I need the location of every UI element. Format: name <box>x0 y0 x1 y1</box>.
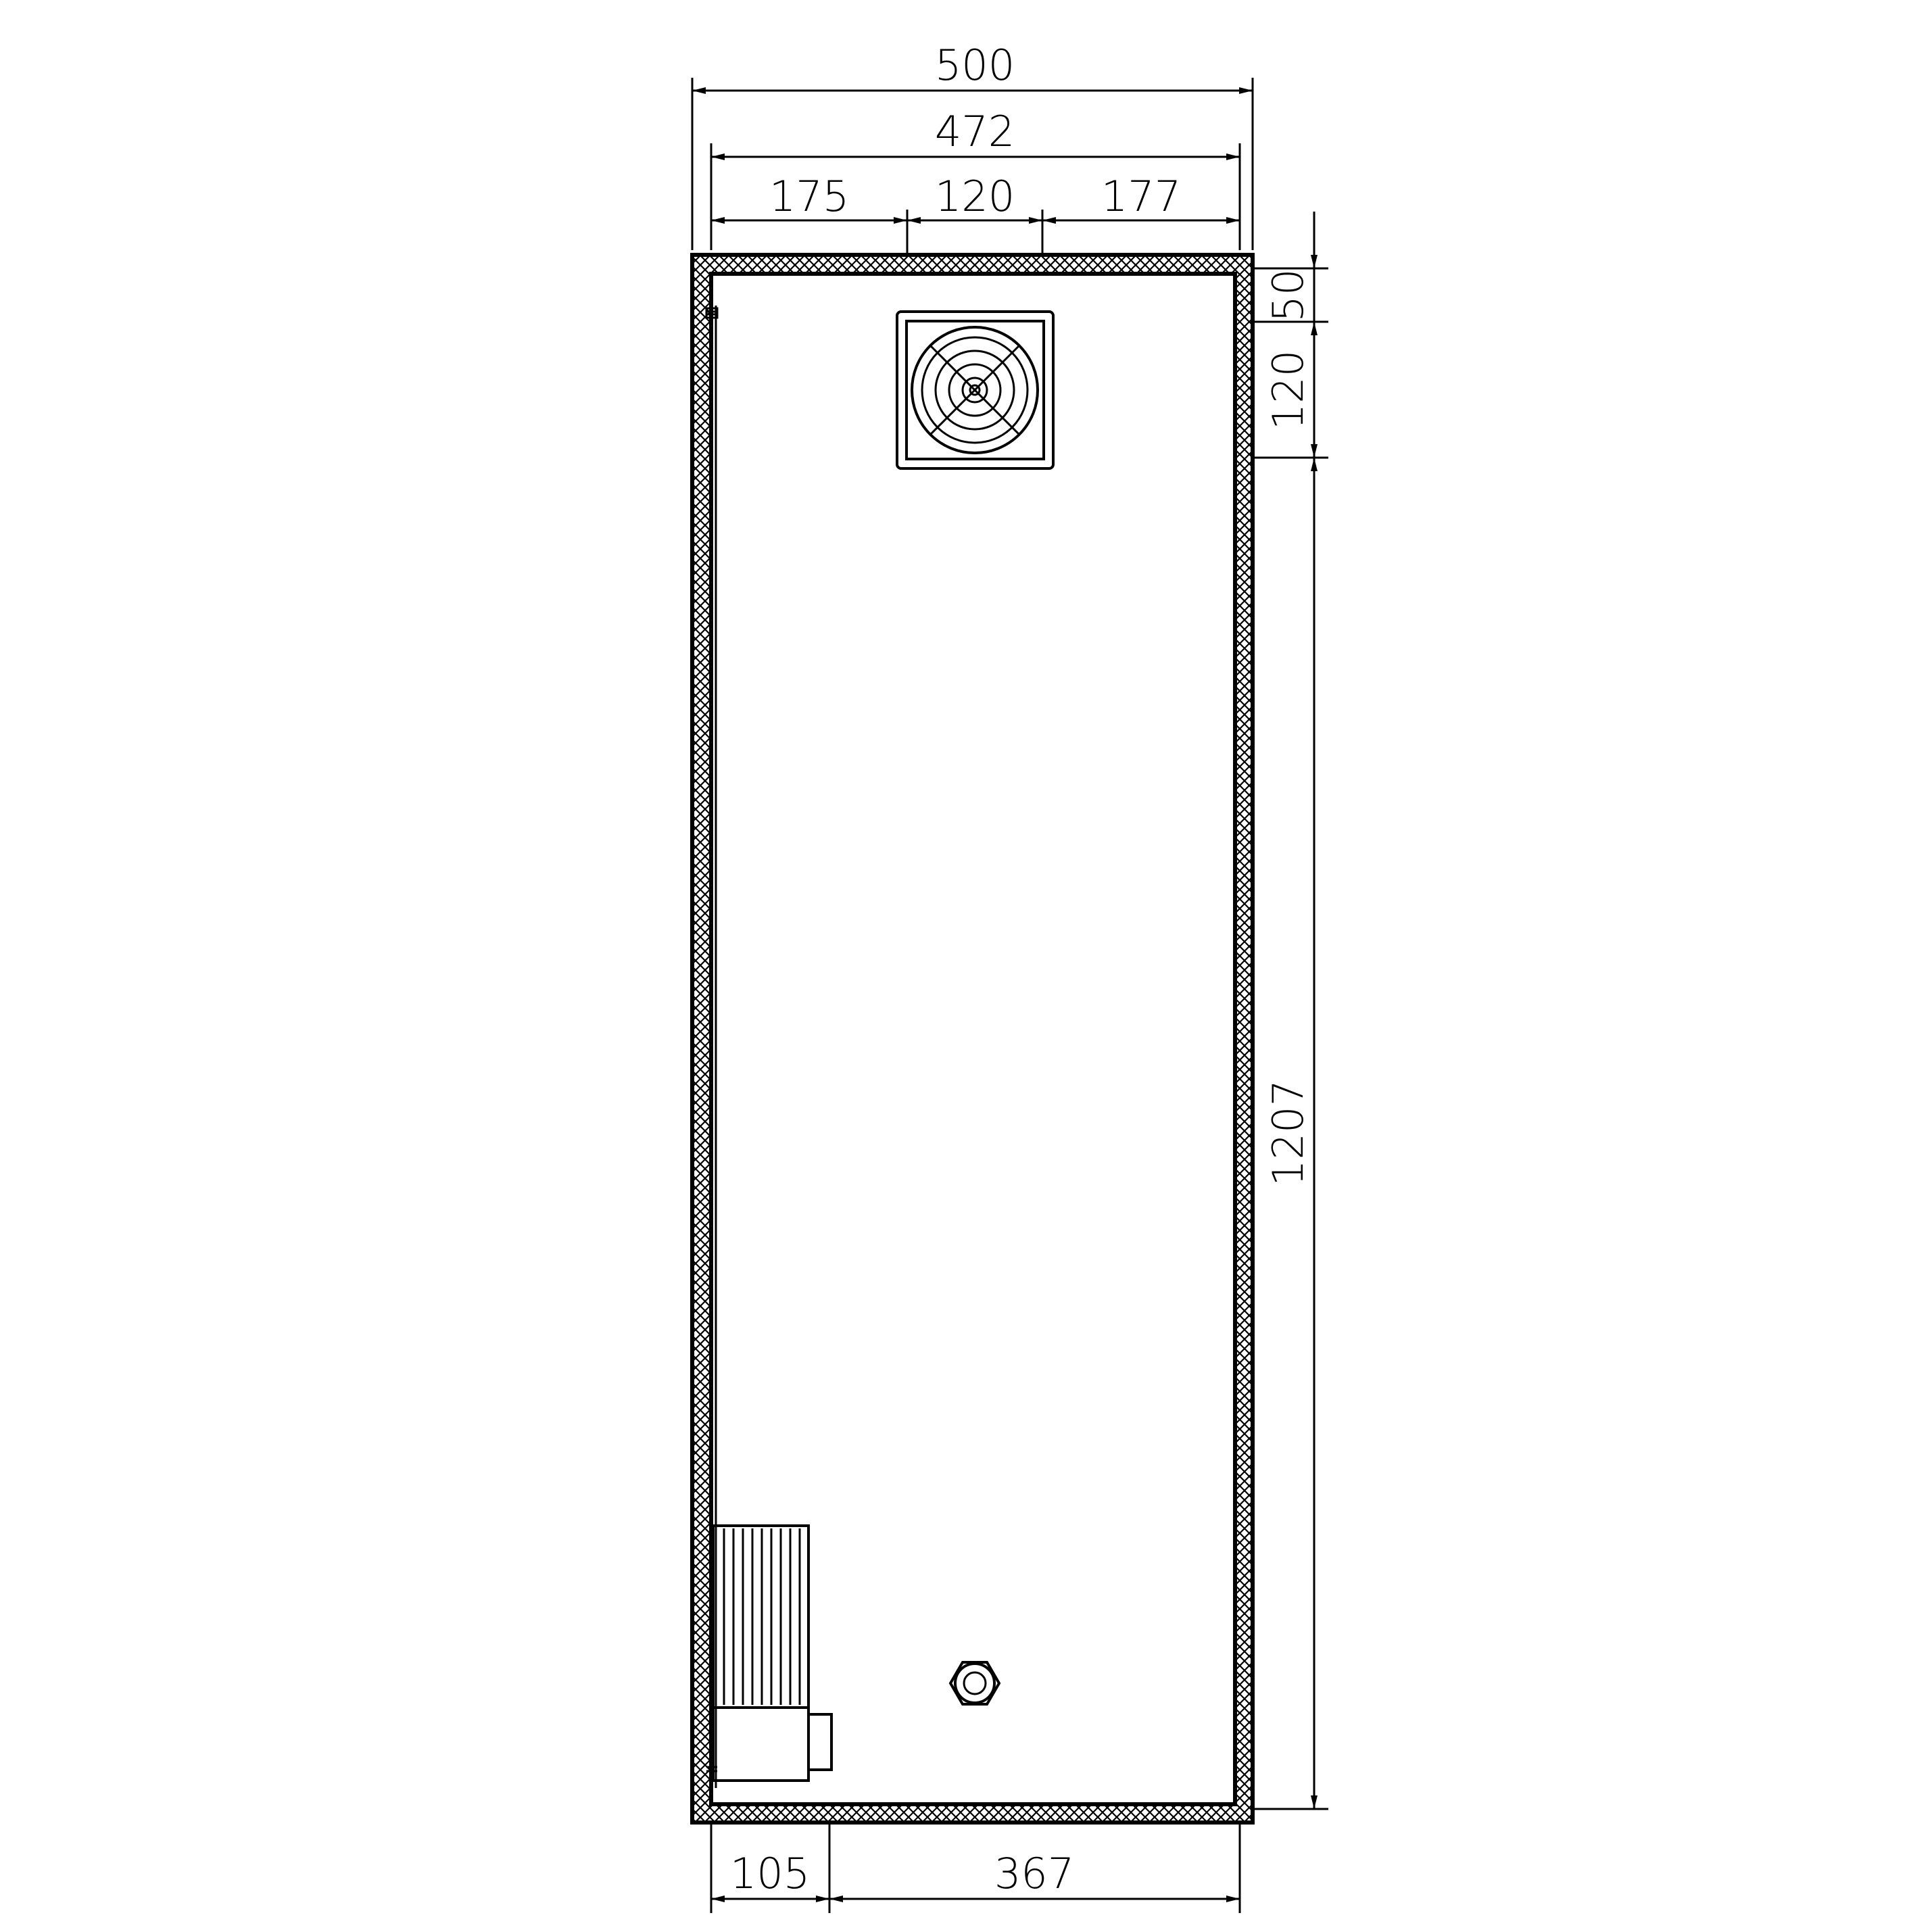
heater-block-icon <box>712 1524 833 1782</box>
enclosure-body <box>690 253 1255 1825</box>
dim-overall-width: 500 <box>935 41 1015 90</box>
dim-fan-height: 120 <box>1263 350 1313 430</box>
dim-lower-height: 1207 <box>1263 1080 1313 1186</box>
dim-right-offset: 177 <box>1101 172 1181 221</box>
dim-bottom-right: 367 <box>994 1849 1074 1898</box>
enclosure-drawing: 500 472 175 120 177 50 120 1207 105 367 <box>690 41 1328 1913</box>
extension-lines <box>691 78 1328 1913</box>
dim-inner-width: 472 <box>935 107 1015 156</box>
dim-left-offset: 175 <box>769 172 849 221</box>
insulated-wall <box>690 253 1255 1825</box>
dim-top-offset: 50 <box>1263 269 1313 322</box>
dim-bottom-left: 105 <box>730 1849 810 1898</box>
dim-fan-width: 120 <box>935 172 1015 221</box>
fan-icon <box>896 310 1055 470</box>
cable-gland-icon <box>948 1661 1001 1706</box>
dimension-labels: 500 472 175 120 177 50 120 1207 105 367 <box>730 41 1313 1898</box>
